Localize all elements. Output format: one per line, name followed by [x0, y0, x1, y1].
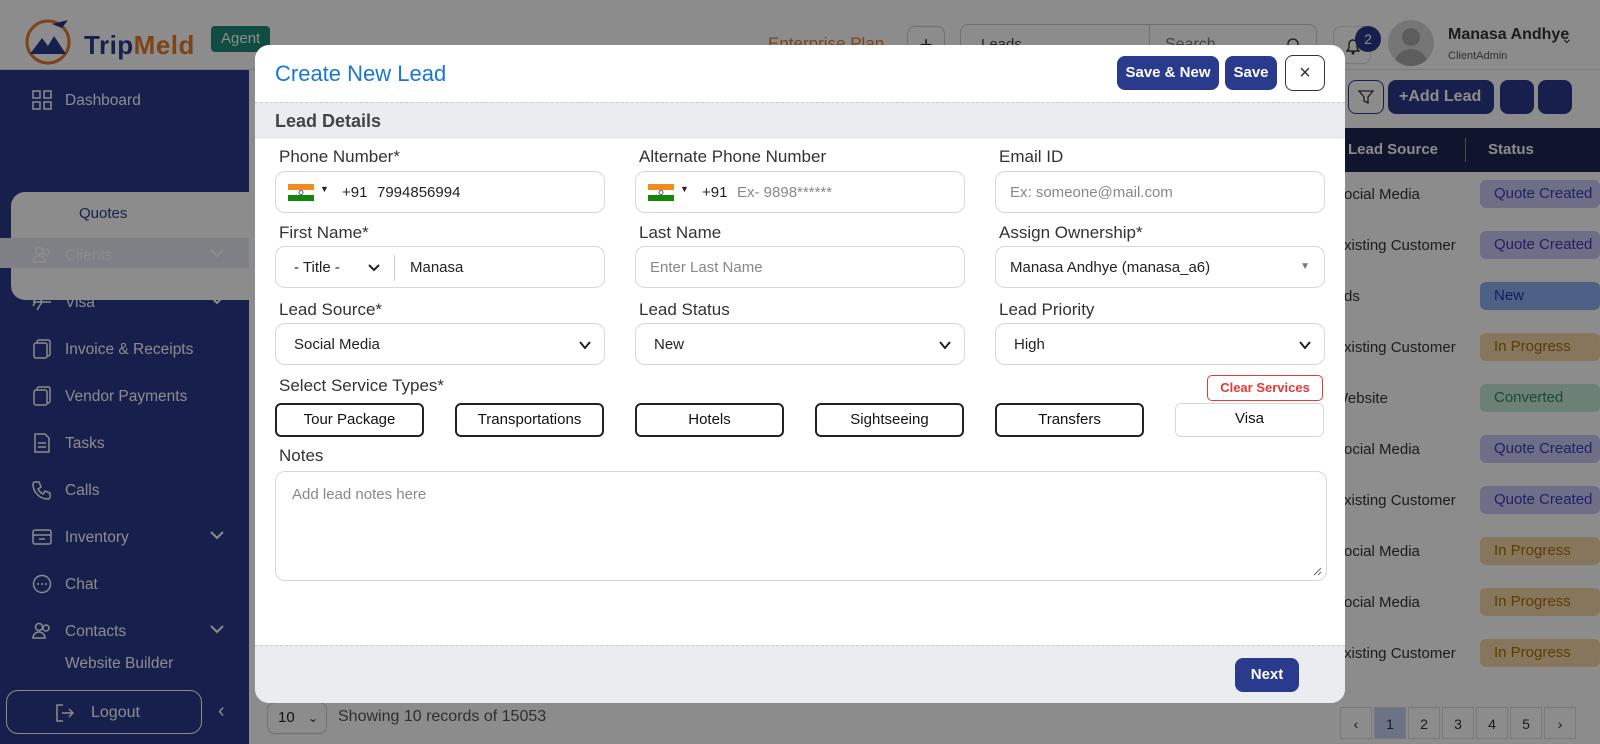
alt-phone-placeholder: Ex- 9898******: [737, 184, 833, 201]
next-button[interactable]: Next: [1235, 658, 1299, 692]
lead-priority-value: High: [1014, 336, 1045, 353]
owner-select[interactable]: Manasa Andhye (manasa_a6) ▼: [995, 246, 1325, 288]
last-name-placeholder: Enter Last Name: [650, 259, 763, 276]
service-visa[interactable]: Visa: [1175, 403, 1324, 437]
clear-services-button[interactable]: Clear Services: [1207, 375, 1323, 401]
alt-phone-label: Alternate Phone Number: [639, 147, 827, 166]
service-tour-package[interactable]: Tour Package: [275, 403, 424, 437]
phone-label: Phone Number*: [279, 147, 400, 166]
service-hotels[interactable]: Hotels: [635, 403, 784, 437]
last-name-field[interactable]: Enter Last Name: [635, 246, 965, 288]
phone-value: 7994856994: [377, 184, 461, 201]
notes-label: Notes: [279, 446, 324, 465]
save-new-button[interactable]: Save & New: [1117, 56, 1219, 90]
phone-field[interactable]: ▼ +91 7994856994: [275, 171, 605, 213]
lead-priority-label: Lead Priority: [999, 300, 1095, 319]
caret-down-icon: ▼: [320, 184, 329, 194]
notes-placeholder: Add lead notes here: [292, 486, 427, 503]
chevron-down-icon: [1299, 341, 1311, 350]
chevron-down-icon: [939, 341, 951, 350]
lead-status-label: Lead Status: [639, 300, 730, 319]
caret-down-icon: ▼: [1300, 261, 1310, 272]
services-label: Select Service Types*: [279, 376, 445, 395]
email-label: Email ID: [999, 147, 1064, 166]
caret-down-icon: ▼: [680, 184, 689, 194]
modal-title: Create New Lead: [275, 61, 447, 86]
create-lead-modal: Create New Lead Save & New Save × Lead D…: [255, 45, 1345, 703]
email-field[interactable]: Ex: someone@mail.com: [995, 171, 1325, 213]
resize-handle-icon[interactable]: [1312, 566, 1322, 576]
lead-status-select[interactable]: New: [635, 323, 965, 365]
owner-label: Assign Ownership*: [999, 223, 1143, 242]
lead-source-value: Social Media: [294, 336, 380, 353]
phone-code: +91: [342, 184, 368, 201]
lead-source-label: Lead Source*: [279, 300, 383, 319]
chevron-down-icon: [579, 341, 591, 350]
notes-textarea[interactable]: Add lead notes here: [275, 471, 1327, 581]
section-header: Lead Details: [255, 102, 1345, 139]
title-select[interactable]: - Title -: [294, 259, 340, 276]
first-name-field[interactable]: - Title - Manasa: [275, 246, 605, 288]
service-transportations[interactable]: Transportations: [455, 403, 604, 437]
close-icon[interactable]: ×: [1285, 55, 1325, 91]
india-flag-icon[interactable]: [288, 184, 314, 201]
section-title: Lead Details: [275, 111, 382, 131]
service-transfers[interactable]: Transfers: [995, 403, 1144, 437]
lead-source-select[interactable]: Social Media: [275, 323, 605, 365]
lead-priority-select[interactable]: High: [995, 323, 1325, 365]
owner-value: Manasa Andhye (manasa_a6): [1010, 259, 1211, 276]
india-flag-icon[interactable]: [648, 184, 674, 201]
alt-phone-code: +91: [702, 184, 728, 201]
alt-phone-field[interactable]: ▼ +91 Ex- 9898******: [635, 171, 965, 213]
save-button[interactable]: Save: [1225, 56, 1277, 90]
email-placeholder: Ex: someone@mail.com: [1010, 184, 1173, 201]
modal-footer: Next: [255, 645, 1345, 703]
first-name-value: Manasa: [410, 259, 464, 276]
last-name-label: Last Name: [639, 223, 722, 242]
chevron-down-icon: [368, 264, 380, 272]
lead-status-value: New: [654, 336, 685, 353]
service-sightseeing[interactable]: Sightseeing: [815, 403, 964, 437]
first-name-label: First Name*: [279, 223, 369, 242]
